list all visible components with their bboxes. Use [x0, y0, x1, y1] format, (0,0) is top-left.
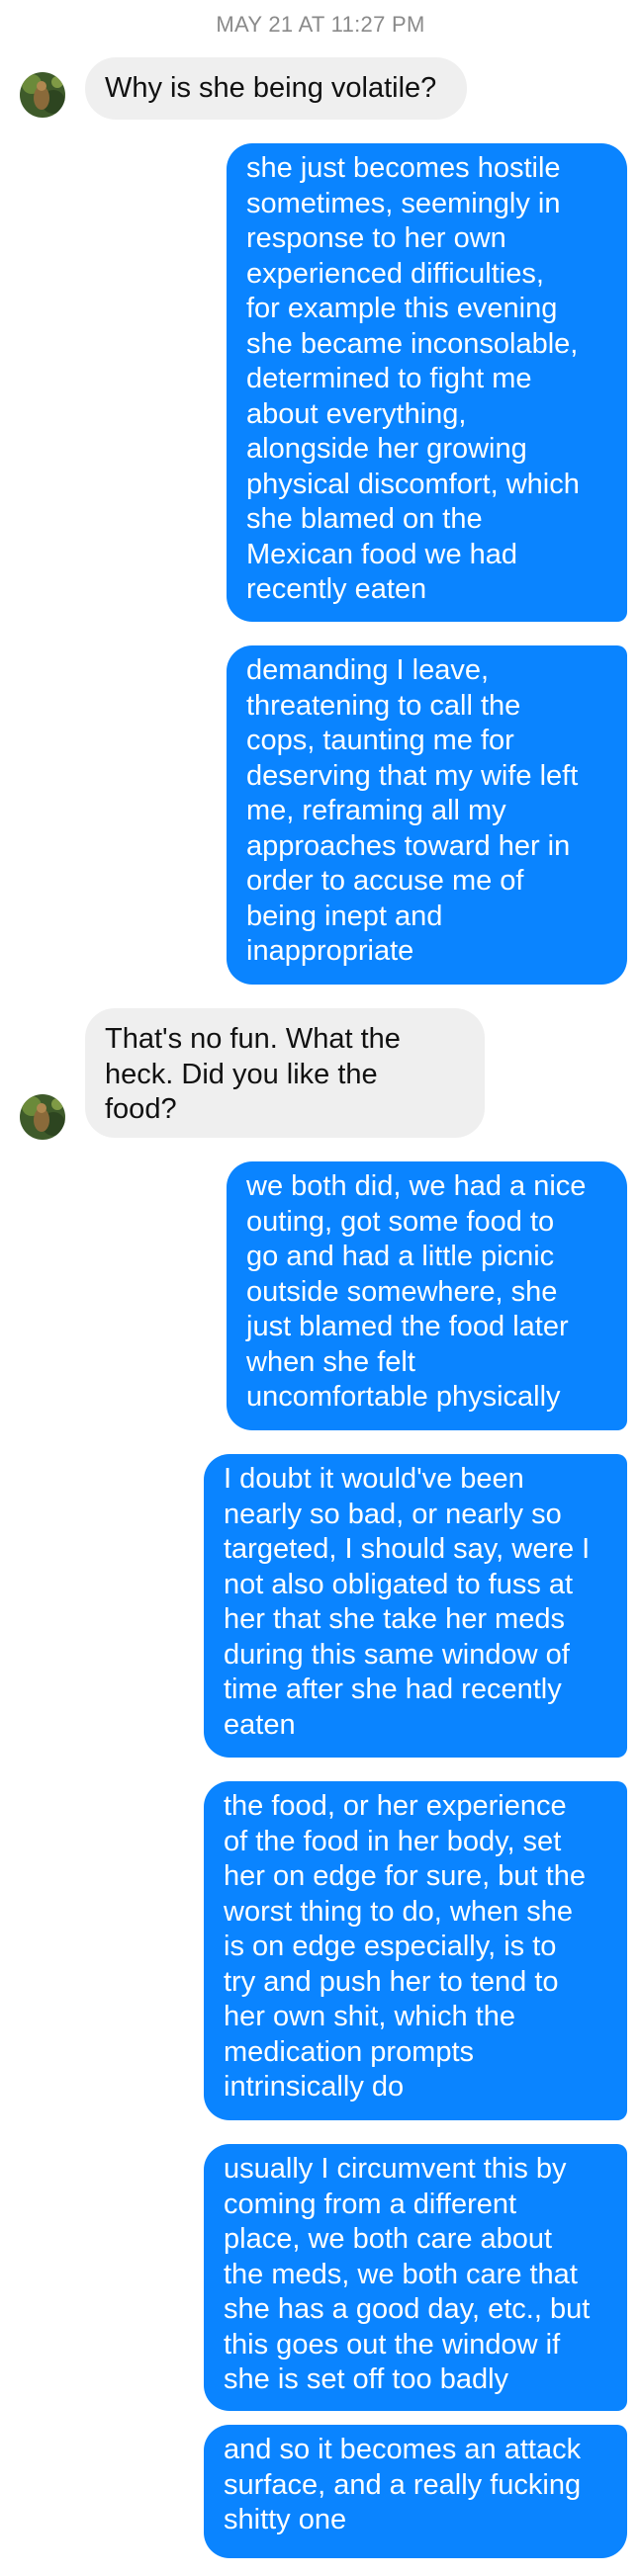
message-bubble-outgoing[interactable]: the food, or her experience of the food … [204, 1781, 627, 2120]
contact-avatar-icon [20, 1094, 65, 1140]
message-bubble-outgoing[interactable]: demanding I leave, threatening to call t… [227, 645, 627, 985]
timestamp-header: MAY 21 AT 11:27 PM [216, 12, 425, 37]
contact-avatar[interactable] [20, 72, 65, 118]
message-bubble-outgoing[interactable]: she just becomes hostile sometimes, seem… [227, 143, 627, 622]
message-bubble-incoming[interactable]: Why is she being volatile? [85, 57, 467, 120]
message-bubble-outgoing[interactable]: we both did, we had a nice outing, got s… [227, 1161, 627, 1430]
message-bubble-outgoing[interactable]: I doubt it would've been nearly so bad, … [204, 1454, 627, 1758]
message-bubble-outgoing[interactable]: and so it becomes an attack surface, and… [204, 2425, 627, 2558]
message-bubble-outgoing[interactable]: usually I circumvent this by coming from… [204, 2144, 627, 2411]
contact-avatar[interactable] [20, 1094, 65, 1140]
contact-avatar-icon [20, 72, 65, 118]
message-bubble-incoming[interactable]: That's no fun. What the heck. Did you li… [85, 1008, 485, 1138]
